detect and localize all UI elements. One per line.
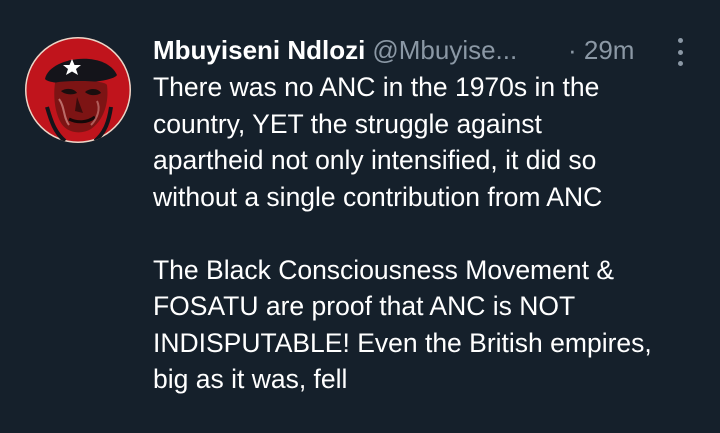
more-vertical-icon[interactable]: [672, 38, 688, 66]
tweet-line: There was no ANC in the 1970s in the: [153, 72, 600, 102]
author-handle[interactable]: @Mbuyise...: [372, 34, 517, 66]
tweet-line: big as it was, fell: [153, 364, 348, 394]
more-dot: [677, 49, 683, 55]
author-name[interactable]: Mbuyiseni Ndlozi: [153, 34, 365, 66]
more-dot: [677, 61, 683, 66]
avatar-image: [25, 37, 131, 143]
tweet-header: Mbuyiseni Ndlozi @Mbuyise...: [153, 34, 517, 66]
tweet-timestamp[interactable]: · 29m: [568, 34, 634, 66]
tweet-paragraph: The Black Consciousness Movement & FOSAT…: [153, 252, 713, 398]
tweet-line: INDISPUTABLE! Even the British empires,: [153, 327, 652, 358]
tweet-line: The Black Consciousness Movement &: [153, 254, 615, 285]
tweet-paragraph: There was no ANC in the 1970s in the cou…: [153, 69, 713, 215]
tweet-text: There was no ANC in the 1970s in the cou…: [153, 69, 713, 398]
tweet-line: without a single contribution from ANC: [153, 181, 603, 212]
tweet-line: FOSATU are proof that ANC is NOT: [153, 291, 576, 321]
more-dot: [677, 38, 683, 43]
tweet-line: country, YET the struggle against: [153, 108, 542, 139]
tweet[interactable]: Mbuyiseni Ndlozi @Mbuyise... · 29m There…: [0, 0, 720, 433]
avatar[interactable]: [25, 37, 131, 143]
tweet-line: apartheid not only intensified, it did s…: [153, 145, 597, 175]
